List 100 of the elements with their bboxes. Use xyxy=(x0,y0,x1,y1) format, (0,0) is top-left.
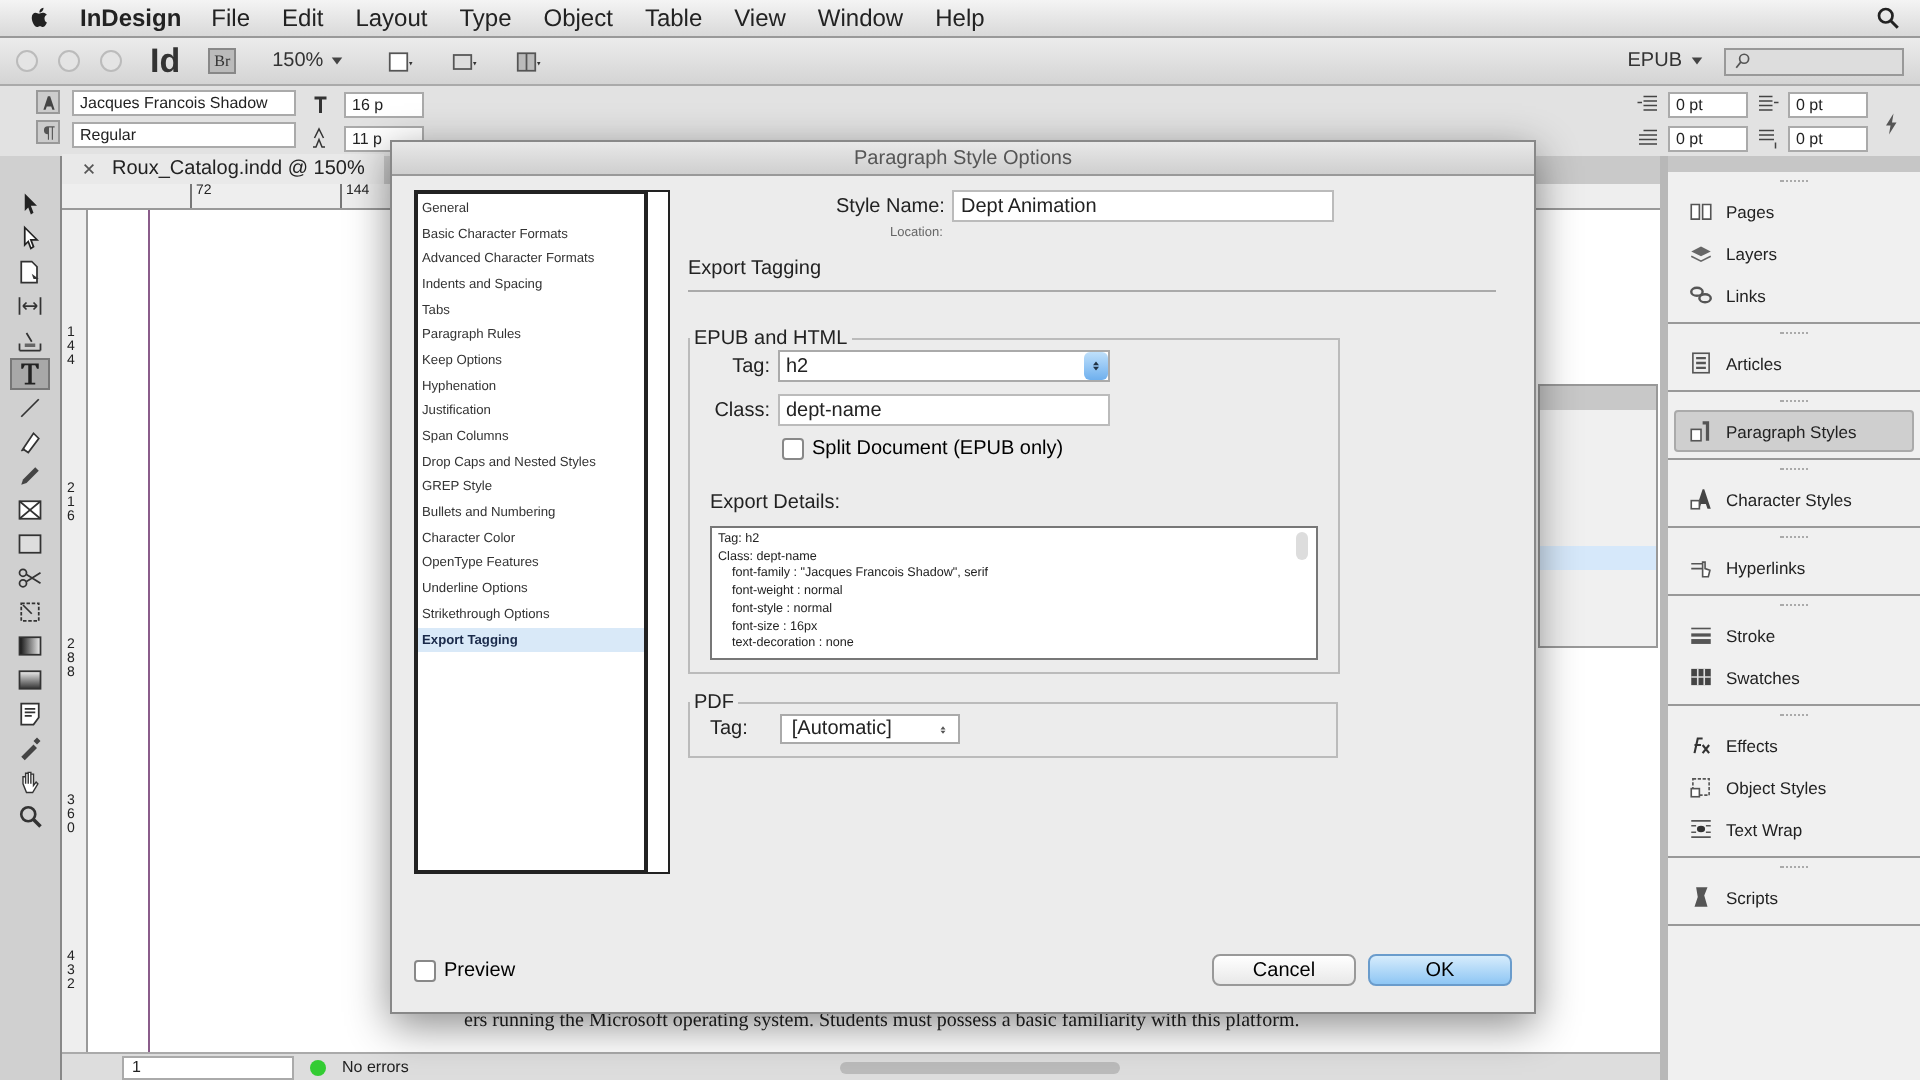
paragraph-styles-icon xyxy=(1688,418,1714,444)
page-tool-icon xyxy=(16,258,44,286)
note-icon xyxy=(16,700,44,728)
pen-tool-icon xyxy=(16,428,44,456)
font-size-field[interactable]: 16 p xyxy=(344,91,424,117)
page-number-field[interactable]: 1 xyxy=(122,1055,294,1079)
rectangle-frame-icon xyxy=(16,496,44,524)
character-styles-icon xyxy=(1688,486,1714,512)
letter-a-icon xyxy=(39,93,57,111)
app-logo: Id xyxy=(148,41,183,81)
pilcrow-icon xyxy=(39,123,57,141)
panel-tab[interactable]: Character Styles xyxy=(1674,478,1914,520)
character-mode-icon[interactable] xyxy=(36,90,60,114)
menu-item[interactable]: Type xyxy=(457,4,514,32)
stepper-icon xyxy=(937,721,948,737)
menu-item[interactable]: Help xyxy=(933,4,987,32)
font-style-field[interactable]: Regular xyxy=(72,122,296,148)
menu-item[interactable]: Layout xyxy=(353,4,430,32)
stroke-icon xyxy=(1688,622,1714,648)
cancel-button[interactable]: Cancel xyxy=(1212,954,1356,986)
panel-tab[interactable]: Stroke xyxy=(1674,614,1914,656)
scissors-icon xyxy=(16,564,44,592)
panel-tab[interactable]: Paragraph Styles xyxy=(1674,410,1914,452)
tag-dropdown[interactable]: h2 xyxy=(778,350,1110,382)
apple-icon xyxy=(28,6,52,30)
swatches-icon xyxy=(1688,664,1714,690)
field-label: Tag: xyxy=(710,718,748,740)
panel-tab[interactable]: Layers xyxy=(1674,232,1914,274)
chain-links-icon xyxy=(1688,282,1714,308)
search-icon xyxy=(1734,52,1752,70)
font-family-field[interactable]: Jacques Francois Shadow xyxy=(72,90,296,116)
hand-icon xyxy=(16,768,44,796)
field-label: Export Details: xyxy=(710,492,843,514)
stepper-icon xyxy=(1090,356,1102,376)
menu-item[interactable]: Edit xyxy=(280,4,326,32)
panel-tab[interactable]: Hyperlinks xyxy=(1674,546,1914,588)
first-line-indent-icon xyxy=(1636,126,1660,150)
spacing-field[interactable]: 0 pt xyxy=(1788,91,1868,117)
menu-item[interactable]: Table xyxy=(642,4,705,32)
menu-item[interactable]: Object xyxy=(541,4,615,32)
paragraph-mode-icon[interactable] xyxy=(36,120,60,144)
gap-tool-icon xyxy=(16,292,44,320)
preview-checkbox[interactable]: Preview xyxy=(414,959,516,981)
menu-item[interactable]: File xyxy=(209,4,253,32)
field-label: Class: xyxy=(712,399,770,421)
pencil-icon xyxy=(16,462,44,490)
close-icon xyxy=(82,162,96,176)
pdf-tag-dropdown[interactable]: [Automatic] xyxy=(779,714,960,744)
pages-icon xyxy=(1688,198,1714,224)
status-dot xyxy=(310,1059,326,1075)
object-styles-icon xyxy=(1688,774,1714,800)
spacing-field[interactable]: 0 pt xyxy=(1668,125,1748,151)
panel-tab[interactable]: Scripts xyxy=(1674,876,1914,918)
group-title: PDF xyxy=(692,692,736,714)
zoom-dropdown[interactable]: 150% xyxy=(256,50,360,72)
menu-item[interactable]: View xyxy=(732,4,788,32)
group-title: EPUB and HTML xyxy=(692,328,850,350)
free-transform-icon xyxy=(16,598,44,626)
document-tab[interactable]: Roux_Catalog.indd @ 150% xyxy=(62,154,385,184)
panel-tab[interactable]: Object Styles xyxy=(1674,766,1914,808)
dialog-title: Paragraph Style Options xyxy=(392,142,1534,176)
ok-button[interactable]: OK xyxy=(1368,954,1512,986)
panel-tab[interactable]: Effects xyxy=(1674,724,1914,766)
left-indent-icon xyxy=(1636,92,1660,116)
panel-tab[interactable]: Text Wrap xyxy=(1674,808,1914,850)
spacing-field[interactable]: 0 pt xyxy=(1788,125,1868,151)
panel-tab[interactable]: Swatches xyxy=(1674,656,1914,698)
style-name-field[interactable]: Dept Animation xyxy=(952,190,1335,222)
section-heading: Export Tagging xyxy=(688,258,1496,292)
type-tool-icon xyxy=(16,360,44,388)
panel-tab[interactable]: Pages xyxy=(1674,190,1914,232)
preflight-status[interactable]: No errors xyxy=(342,1058,409,1076)
caret-icon xyxy=(329,54,344,68)
field-label: Tag: xyxy=(730,355,770,377)
spacing-field[interactable]: 0 pt xyxy=(1668,91,1748,117)
caret-icon xyxy=(1690,54,1704,68)
eyedropper-icon xyxy=(16,734,44,762)
class-field[interactable]: dept-name xyxy=(778,394,1110,426)
search-icon xyxy=(1876,6,1900,30)
rectangle-icon xyxy=(16,530,44,558)
field-label: Style Name: xyxy=(836,195,945,217)
split-document-checkbox[interactable]: Split Document (EPUB only) xyxy=(782,438,1318,460)
panel-tab[interactable]: Links xyxy=(1674,274,1914,316)
scrollbar-thumb[interactable] xyxy=(840,1061,1120,1073)
line-tool-icon xyxy=(16,394,44,422)
right-indent-icon xyxy=(1756,92,1780,116)
gradient-feather-icon xyxy=(16,666,44,694)
help-search-field[interactable] xyxy=(1724,47,1904,75)
effects-icon xyxy=(1688,732,1714,758)
text-wrap-icon xyxy=(1688,816,1714,842)
zoom-icon xyxy=(16,802,44,830)
gradient-swatch-icon xyxy=(16,632,44,660)
workspace-switcher[interactable]: EPUB xyxy=(1627,50,1704,72)
panel-tab[interactable]: Articles xyxy=(1674,342,1914,384)
scrollbar-thumb[interactable] xyxy=(1296,532,1308,560)
menu-item[interactable]: Window xyxy=(815,4,906,32)
app-name: InDesign xyxy=(80,4,182,32)
articles-icon xyxy=(1688,350,1714,376)
type-tool-tool[interactable] xyxy=(10,358,50,390)
bridge-button[interactable]: Br xyxy=(208,48,237,74)
